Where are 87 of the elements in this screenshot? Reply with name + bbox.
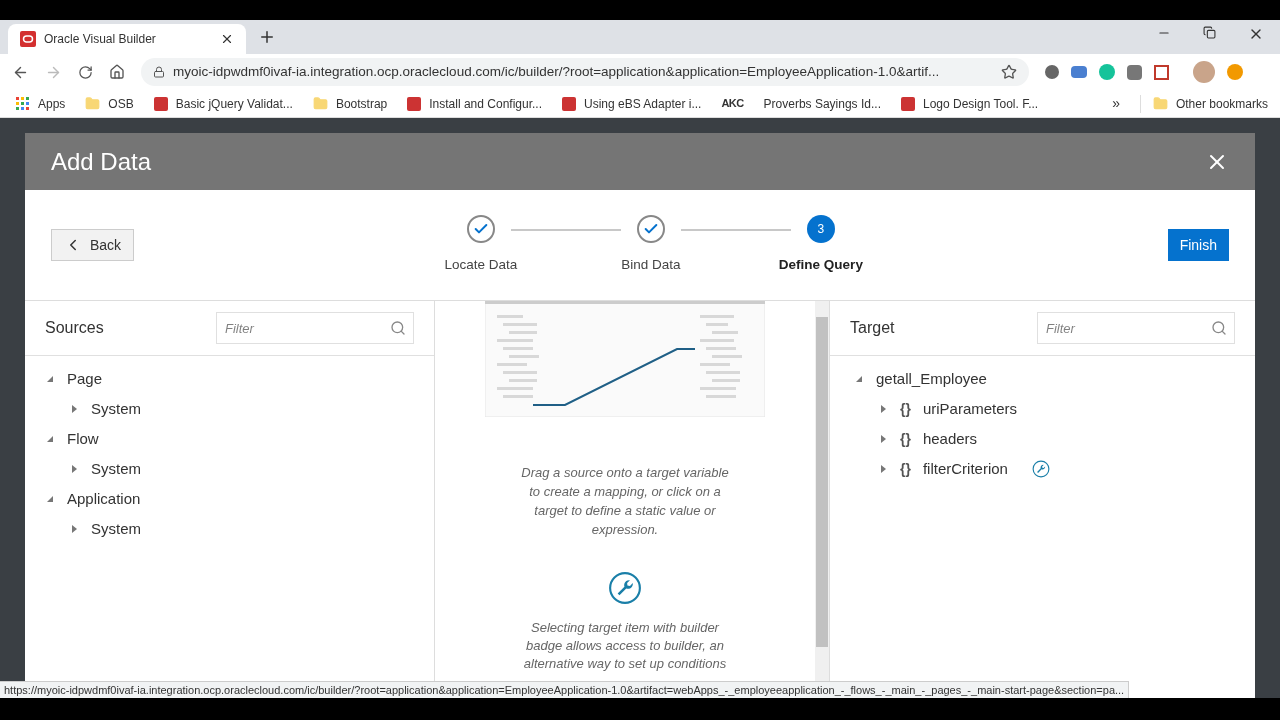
tree-item[interactable]: Page xyxy=(45,364,414,394)
extension-icon[interactable] xyxy=(1154,64,1169,80)
bookmark-item[interactable]: Bootstrap xyxy=(312,94,388,113)
expand-triangle-icon[interactable] xyxy=(69,404,79,414)
extension-icon[interactable] xyxy=(1127,64,1142,80)
tree-item[interactable]: {} uriParameters xyxy=(878,394,1231,424)
tree-label: getall_Employee xyxy=(876,368,987,389)
collapse-triangle-icon[interactable] xyxy=(854,374,864,384)
dialog-title: Add Data xyxy=(51,146,153,177)
step-indicator: 3 xyxy=(806,214,835,243)
tree-item[interactable]: System xyxy=(69,454,414,484)
help-text: Drag a source onto a target variable to create a mapping, or click on a target to define a static value or expression. xyxy=(520,464,730,539)
tree-item[interactable]: {} headers xyxy=(878,424,1231,454)
bookmark-item[interactable]: Basic jQuery Validat... xyxy=(153,94,293,113)
search-icon xyxy=(390,320,406,336)
site-favicon-icon xyxy=(407,96,422,111)
panel-title: Target xyxy=(850,318,896,338)
step-label: Define Query xyxy=(778,255,863,274)
collapse-triangle-icon[interactable] xyxy=(45,434,55,444)
tree-item[interactable]: System xyxy=(69,514,414,544)
wrench-icon xyxy=(1031,460,1050,478)
tree-label: System xyxy=(91,458,141,479)
object-braces: {} xyxy=(900,429,911,449)
wrench-icon xyxy=(608,571,642,605)
object-braces: {} xyxy=(900,459,911,479)
restore-icon[interactable] xyxy=(1203,26,1216,39)
extension-icon[interactable] xyxy=(1045,65,1059,79)
new-tab-icon[interactable] xyxy=(258,28,276,46)
home-icon[interactable] xyxy=(109,64,125,80)
lock-icon xyxy=(153,66,165,78)
tree-label: System xyxy=(91,518,141,539)
bookmark-label[interactable]: AKC xyxy=(721,95,744,112)
bookmark-item[interactable]: Logo Design Tool. F... xyxy=(900,94,1039,113)
avatar[interactable] xyxy=(1193,61,1215,83)
expand-triangle-icon[interactable] xyxy=(878,404,888,414)
tree-label: Page xyxy=(67,368,103,389)
oracle-logo-icon xyxy=(20,31,36,47)
step-label: Locate Data xyxy=(444,255,518,274)
tree-label: Flow xyxy=(67,428,99,449)
tree-label: headers xyxy=(922,428,978,449)
tree-label: Application xyxy=(67,488,141,509)
folder-icon xyxy=(85,96,101,111)
expand-triangle-icon[interactable] xyxy=(878,434,888,444)
bookmark-item[interactable]: Proverbs Sayings Id... xyxy=(763,94,881,113)
folder-icon xyxy=(312,96,328,111)
collapse-triangle-icon[interactable] xyxy=(45,494,55,504)
more-bookmarks[interactable]: » xyxy=(1112,93,1120,114)
site-favicon-icon xyxy=(900,96,915,111)
bookmark-item[interactable]: Other bookmarks xyxy=(1139,94,1268,113)
finish-button[interactable]: Finish xyxy=(1167,229,1229,261)
tree-item[interactable]: Application xyxy=(45,484,414,514)
url-text: myoic-idpwdmf0ivaf-ia.integration.ocp.oraclecloud.com/ic/builder/?root=application&application=EmployeeApplication-1.0&artif... xyxy=(173,62,941,81)
address-bar[interactable]: myoic-idpwdmf0ivaf-ia.integration.ocp.oraclecloud.com/ic/builder/?root=application&application=EmployeeApplication-1.0&artif... xyxy=(141,58,1029,86)
panel-title: Sources xyxy=(45,318,105,338)
search-icon xyxy=(1211,320,1227,336)
tree-item[interactable]: {} filterCriterion xyxy=(878,454,1231,484)
reload-icon[interactable] xyxy=(78,64,93,80)
object-braces: {} xyxy=(900,399,911,419)
tree-item[interactable]: System xyxy=(69,394,414,424)
expand-triangle-icon[interactable] xyxy=(69,524,79,534)
extension-icon[interactable] xyxy=(1071,66,1087,78)
apps-grid-icon xyxy=(16,96,30,111)
site-favicon-icon xyxy=(562,96,576,111)
collapse-triangle-icon[interactable] xyxy=(45,374,55,384)
bookmark-item[interactable]: Using eBS Adapter i... xyxy=(562,94,702,113)
bookmark-item[interactable]: OSB xyxy=(85,94,134,113)
bookmark-star-icon[interactable] xyxy=(1001,64,1017,80)
browser-tab[interactable]: Oracle Visual Builder xyxy=(8,24,246,54)
filter-field[interactable]: Filter xyxy=(216,312,414,344)
site-favicon-icon xyxy=(153,96,168,111)
tree-label: filterCriterion xyxy=(922,458,1008,479)
tree-label: uriParameters xyxy=(922,398,1018,419)
alert-icon[interactable] xyxy=(1227,64,1243,80)
tab-title: Oracle Visual Builder xyxy=(44,31,157,48)
filter-field[interactable]: Filter xyxy=(1037,312,1235,344)
expand-triangle-icon[interactable] xyxy=(878,464,888,474)
close-icon[interactable] xyxy=(220,32,234,46)
bookmark-item[interactable]: Apps xyxy=(16,94,66,113)
help-text: Selecting target item with builder badge allows access to builder, an alternative way to set up conditions xyxy=(522,619,728,673)
tree-label: System xyxy=(91,398,141,419)
back-button[interactable]: Back xyxy=(51,229,135,261)
expand-triangle-icon[interactable] xyxy=(69,464,79,474)
step-label: Bind Data xyxy=(621,255,681,274)
bookmark-item[interactable]: Install and Configur... xyxy=(407,94,542,113)
folder-icon xyxy=(1152,96,1168,111)
tree-item[interactable]: Flow xyxy=(45,424,414,454)
tree-item[interactable]: getall_Employee xyxy=(854,364,1231,394)
